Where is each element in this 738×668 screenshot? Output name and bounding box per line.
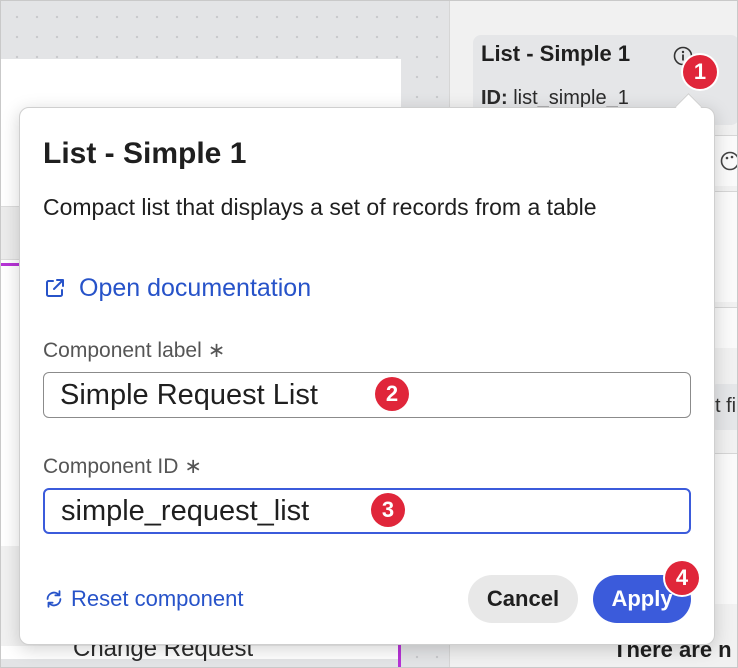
step-marker-3: 3: [371, 493, 405, 527]
component-label-text: Component label: [43, 339, 202, 362]
app-frame: Change Request List - Simple 1 ID: list_…: [0, 0, 738, 668]
open-documentation-label: Open documentation: [79, 273, 312, 302]
external-link-icon: [46, 279, 64, 297]
palette-icon[interactable]: [720, 151, 738, 171]
component-label-caption: Component label ∗: [43, 338, 225, 363]
popover-title: List - Simple 1: [43, 137, 247, 170]
side-panel-title: List - Simple 1: [481, 41, 631, 66]
step-marker-4: 4: [665, 561, 699, 595]
reset-component-button[interactable]: Reset component: [43, 583, 243, 615]
side-panel-row: [713, 453, 737, 604]
reset-component-label: Reset component: [71, 586, 244, 611]
refresh-icon: [46, 590, 62, 608]
component-id-caption: Component ID ∗: [43, 454, 202, 479]
side-panel-row: [713, 307, 737, 348]
popover-description: Compact list that displays a set of reco…: [43, 194, 597, 220]
side-panel-row: [713, 191, 737, 302]
side-panel-id-value: list_simple_1: [513, 87, 629, 109]
step-marker-2: 2: [375, 377, 409, 411]
step-marker-1: 1: [683, 55, 717, 89]
selection-outline-left: [1, 263, 19, 266]
open-documentation-link[interactable]: Open documentation: [43, 271, 311, 305]
side-panel-id-label: ID:: [481, 87, 508, 109]
component-id-text: Component ID: [43, 455, 179, 478]
required-asterisk: ∗: [184, 455, 203, 478]
required-asterisk: ∗: [207, 339, 226, 362]
component-id-input[interactable]: [43, 488, 691, 534]
side-panel-chip-text: t fi: [715, 395, 737, 417]
component-label-input[interactable]: [43, 372, 691, 418]
cancel-button[interactable]: Cancel: [468, 575, 578, 623]
